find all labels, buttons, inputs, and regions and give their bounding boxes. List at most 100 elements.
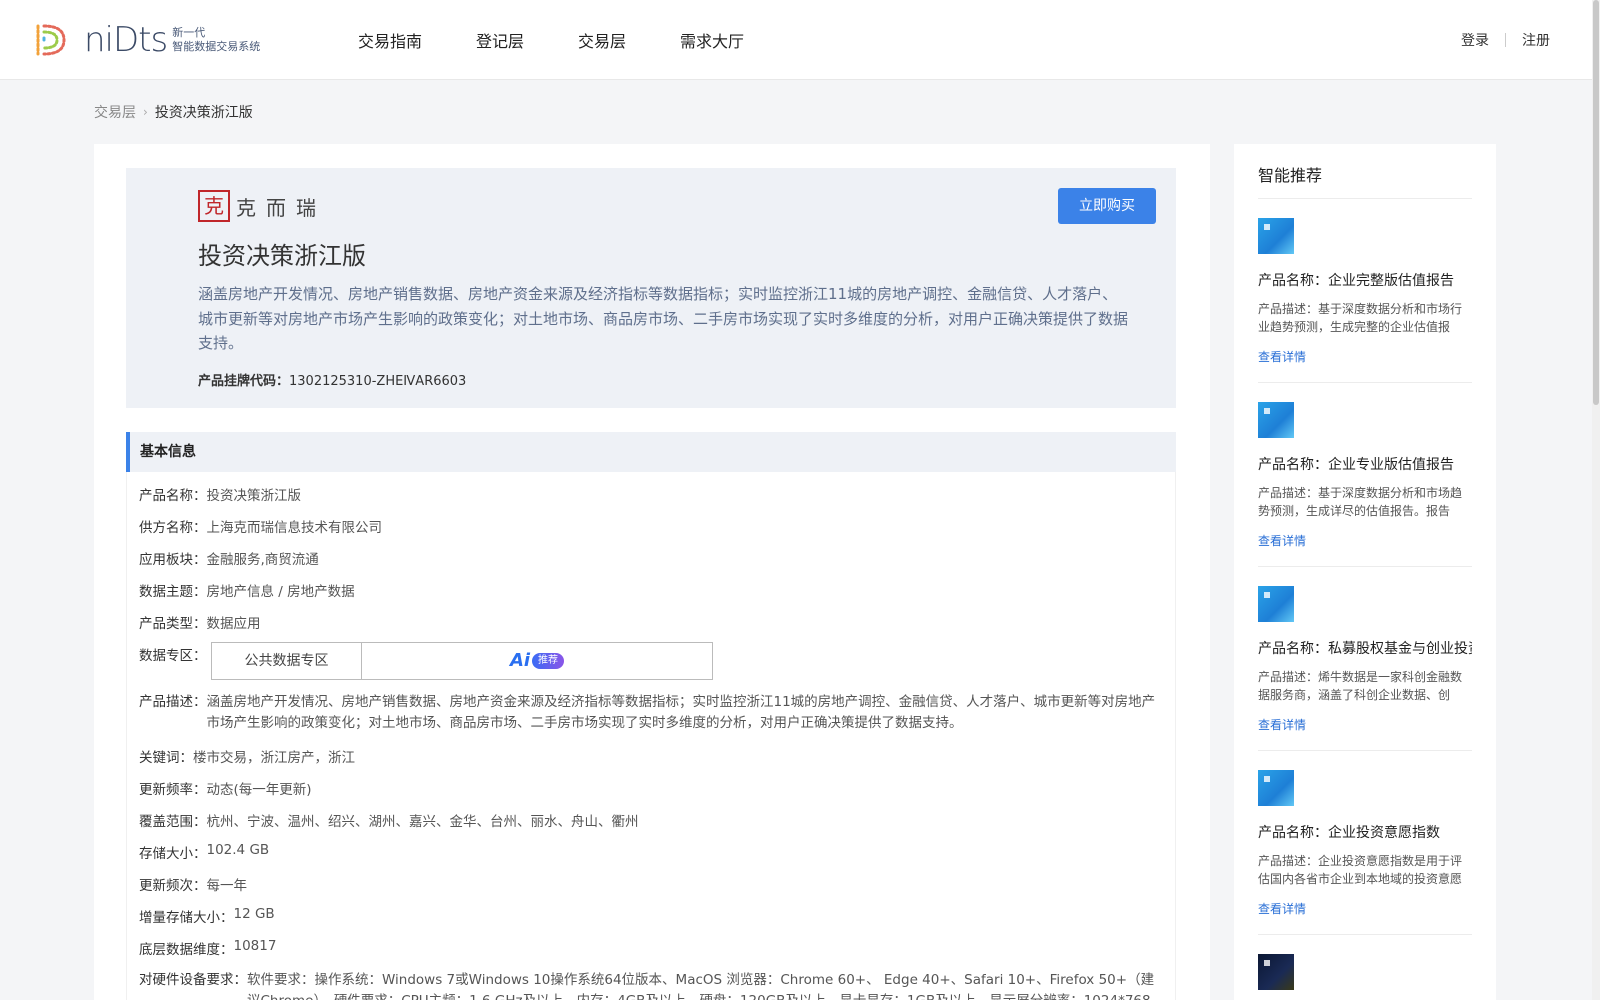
product-thumbnail[interactable] — [1258, 218, 1294, 254]
info-value: 10817 — [233, 938, 277, 954]
info-row-zone: 数据专区： — [139, 644, 207, 664]
login-link[interactable]: 登录 — [1461, 30, 1489, 50]
info-value: 102.4 GB — [206, 842, 270, 858]
basic-info-list: 产品名称： 投资决策浙江版 供方名称： 上海克而瑞信息技术有限公司 应用板块： 金融服… — [126, 472, 1176, 1000]
info-key: 数据专区： — [139, 648, 207, 664]
info-row-storage-size: 存储大小： 102.4 GB — [139, 842, 269, 862]
info-key: 存储大小： — [139, 846, 207, 862]
smart-recommend-panel: 智能推荐 产品名称：企业完整版估值报告 产品描述：基于深度数据分析和市场行业趋势… — [1234, 144, 1496, 1000]
recommend-item[interactable] — [1258, 954, 1472, 990]
divider — [1258, 934, 1472, 935]
product-detail-card: 克 克而瑞 立即购买 投资决策浙江版 涵盖房地产开发情况、房地产销售数据、房地产… — [94, 144, 1210, 1000]
recommend-item[interactable]: 产品名称：企业专业版估值报告 产品描述：基于深度数据分析和市场趋势预测，生成详尽… — [1258, 402, 1472, 549]
recommend-item-name[interactable]: 产品名称：企业完整版估值报告 — [1258, 270, 1472, 290]
zone-ai-recommend[interactable]: Ai 推荐 — [362, 643, 712, 679]
info-key: 增量存储大小： — [139, 910, 234, 926]
logo-wordmark: niDts — [84, 20, 168, 60]
zone-public-data[interactable]: 公共数据专区 — [212, 643, 362, 679]
ai-recommend-badge-icon: Ai 推荐 — [509, 650, 565, 671]
logo-subtitle-line1: 新一代 — [172, 26, 206, 39]
view-details-link[interactable]: 查看详情 — [1258, 348, 1472, 365]
view-details-link[interactable]: 查看详情 — [1258, 532, 1472, 549]
info-row-hardware: 对硬件设备要求： 软件要求：操作系统：Windows 7或Windows 10操作… — [139, 970, 1159, 1000]
info-key: 产品描述： — [139, 694, 207, 710]
info-value: 金融服务,商贸流通 — [206, 552, 319, 568]
breadcrumb-trading-layer[interactable]: 交易层 — [94, 102, 136, 122]
logo-subtitle: 新一代 智能数据交易系统 — [172, 26, 260, 54]
view-details-link[interactable]: 查看详情 — [1258, 900, 1472, 917]
breadcrumb-current: 投资决策浙江版 — [154, 105, 253, 121]
product-thumbnail[interactable] — [1258, 586, 1294, 622]
recommend-item-name[interactable]: 产品名称：企业专业版估值报告 — [1258, 454, 1472, 474]
provider-seal-icon: 克 — [198, 190, 230, 222]
basic-info-heading: 基本信息 — [126, 432, 1176, 472]
product-title: 投资决策浙江版 — [198, 242, 366, 270]
info-value: 投资决策浙江版 — [206, 488, 302, 504]
info-row-coverage: 覆盖范围： 杭州、宁波、温州、绍兴、湖州、嘉兴、金华、台州、丽水、舟山、衢州 — [139, 810, 639, 830]
auth-divider — [1505, 33, 1506, 47]
info-key: 关键词： — [139, 750, 193, 766]
top-header: niDts 新一代 智能数据交易系统 交易指南 登记层 交易层 需求大厅 登录 … — [0, 0, 1592, 80]
product-summary: 涵盖房地产开发情况、房地产销售数据、房地产资金来源及经济指标等数据指标；实时监控… — [198, 285, 1129, 352]
site-logo[interactable]: niDts 新一代 智能数据交易系统 — [30, 20, 260, 60]
info-value: 软件要求：操作系统：Windows 7或Windows 10操作系统64位版本、… — [247, 972, 1155, 1000]
auth-links: 登录 注册 — [1461, 0, 1550, 80]
info-key: 对硬件设备要求： — [139, 972, 247, 988]
info-key: 更新频次： — [139, 878, 207, 894]
nav-demand-hall[interactable]: 需求大厅 — [680, 28, 744, 52]
recommend-item[interactable]: 产品名称：企业完整版估值报告 产品描述：基于深度数据分析和市场行业趋势预测，生成… — [1258, 218, 1472, 365]
recommend-item-desc: 产品描述：企业投资意愿指数是用于评估国内各省市企业到本地域的投资意愿 — [1258, 854, 1463, 886]
product-thumbnail[interactable] — [1258, 770, 1294, 806]
nav-trading-layer[interactable]: 交易层 — [578, 28, 626, 52]
info-row-update-times: 更新频次： 每一年 — [139, 874, 247, 894]
info-key: 产品名称： — [139, 488, 207, 504]
logo-subtitle-line2: 智能数据交易系统 — [172, 40, 261, 53]
listing-code: 产品挂牌代码：1302125310-ZHEⅣAR6603 — [198, 370, 466, 389]
recommend-item-name[interactable]: 产品名称：企业投资意愿指数 — [1258, 822, 1472, 842]
info-row-product-name: 产品名称： 投资决策浙江版 — [139, 484, 301, 504]
view-details-link[interactable]: 查看详情 — [1258, 716, 1472, 733]
info-row-dimensions: 底层数据维度： 10817 — [139, 938, 276, 958]
logo-d-icon — [36, 24, 66, 56]
provider-brand: 克 克而瑞 — [198, 190, 326, 222]
info-value: 杭州、宁波、温州、绍兴、湖州、嘉兴、金华、台州、丽水、舟山、衢州 — [206, 814, 639, 830]
product-thumbnail[interactable] — [1258, 402, 1294, 438]
recommend-item-desc: 产品描述：烯牛数据是一家科创金融数据服务商，涵盖了科创企业数据、创 — [1258, 670, 1463, 702]
page-scrollbar[interactable] — [1592, 0, 1600, 1000]
chevron-right-icon: › — [143, 105, 148, 119]
register-link[interactable]: 注册 — [1522, 30, 1550, 50]
recommend-item[interactable]: 产品名称：私募股权基金与创业投资 产品描述：烯牛数据是一家科创金融数据服务商，涵… — [1258, 586, 1472, 733]
info-key: 应用板块： — [139, 552, 207, 568]
product-thumbnail[interactable] — [1258, 954, 1294, 990]
info-value: 涵盖房地产开发情况、房地产销售数据、房地产资金来源及经济指标等数据指标；实时监控… — [206, 694, 1156, 731]
info-row-sector: 应用板块： 金融服务,商贸流通 — [139, 548, 319, 568]
divider — [1258, 566, 1472, 567]
info-key: 数据主题： — [139, 584, 207, 600]
nav-trading-guide[interactable]: 交易指南 — [358, 28, 422, 52]
info-row-keywords: 关键词： 楼市交易，浙江房产，浙江 — [139, 746, 355, 766]
info-key: 供方名称： — [139, 520, 207, 536]
recommend-item[interactable]: 产品名称：企业投资意愿指数 产品描述：企业投资意愿指数是用于评估国内各省市企业到… — [1258, 770, 1472, 917]
info-value: 上海克而瑞信息技术有限公司 — [206, 520, 383, 536]
info-value: 12 GB — [233, 906, 275, 922]
info-value: 房地产信息 / 房地产数据 — [206, 584, 355, 600]
scrollbar-thumb[interactable] — [1593, 0, 1599, 405]
info-key: 更新频率： — [139, 782, 207, 798]
info-row-supplier: 供方名称： 上海克而瑞信息技术有限公司 — [139, 516, 382, 536]
main-nav: 交易指南 登记层 交易层 需求大厅 — [358, 0, 798, 80]
info-row-update-frequency: 更新频率： 动态(每一年更新) — [139, 778, 312, 798]
recommend-item-desc: 产品描述：基于深度数据分析和市场趋势预测，生成详尽的估值报告。报告 — [1258, 486, 1463, 518]
recommend-item-name[interactable]: 产品名称：私募股权基金与创业投资 — [1258, 638, 1472, 658]
divider — [1258, 198, 1472, 199]
info-value: 楼市交易，浙江房产，浙江 — [193, 750, 355, 766]
ai-badge-tag: 推荐 — [532, 653, 565, 669]
recommend-item-desc: 产品描述：基于深度数据分析和市场行业趋势预测，生成完整的企业估值报告。 — [1258, 302, 1463, 334]
ai-badge-text: Ai — [509, 650, 531, 671]
recommend-title: 智能推荐 — [1258, 166, 1323, 185]
nav-registration-layer[interactable]: 登记层 — [476, 28, 524, 52]
info-value: 数据应用 — [206, 616, 261, 632]
buy-now-button[interactable]: 立即购买 — [1058, 188, 1156, 224]
listing-code-label: 产品挂牌代码： — [198, 374, 290, 389]
info-key: 产品类型： — [139, 616, 207, 632]
data-zone-table: 公共数据专区 Ai 推荐 — [211, 642, 713, 680]
